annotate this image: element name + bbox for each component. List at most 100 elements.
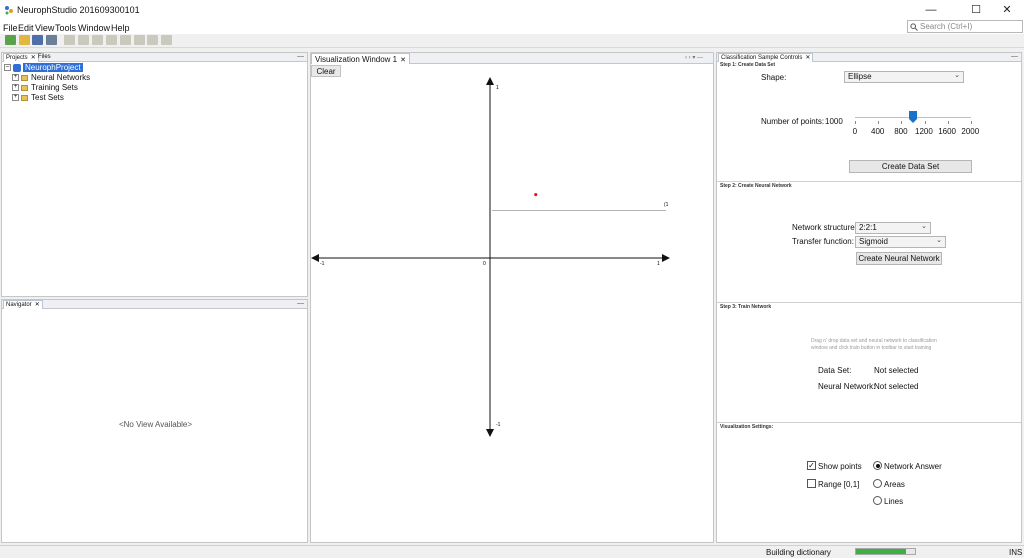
show-points-checkbox[interactable]: ✓ <box>807 461 816 470</box>
chevron-down-icon: ⌄ <box>954 72 960 79</box>
points-slider-thumb[interactable] <box>909 111 917 123</box>
network-answer-label: Network Answer <box>884 462 942 471</box>
neural-network-label: Neural Network: <box>818 382 876 391</box>
areas-radio[interactable] <box>873 479 882 488</box>
save-all-icon[interactable] <box>46 35 57 45</box>
slider-tick-label: 800 <box>894 127 908 136</box>
tab-visualization-window[interactable]: Visualization Window 1 ✕ <box>311 53 410 64</box>
point-coordinate-label: (1 <box>664 202 669 208</box>
menu-edit[interactable]: Edit <box>18 23 34 33</box>
tab-files[interactable]: Files <box>36 53 53 62</box>
data-point <box>534 193 538 197</box>
minimize-window-button[interactable]: — <box>916 2 946 18</box>
create-neural-network-button[interactable]: Create Neural Network <box>856 252 942 265</box>
stop-icon[interactable] <box>106 35 117 45</box>
shape-select[interactable]: Ellipse ⌄ <box>844 71 964 83</box>
close-tab-icon[interactable]: ✕ <box>805 55 810 61</box>
minimize-panel-icon[interactable]: — <box>297 53 304 61</box>
open-project-icon[interactable] <box>32 35 43 45</box>
step-icon[interactable] <box>92 35 103 45</box>
tab-nav-icons[interactable]: ‹ › ▾ — <box>685 53 703 63</box>
slider-tick-label: 1600 <box>938 127 956 136</box>
expand-icon[interactable]: + <box>12 74 19 82</box>
projects-panel: Projects ✕ Files — – NeurophProject + Neura… <box>1 52 308 297</box>
data-set-value: Not selected <box>874 366 919 375</box>
close-window-button[interactable]: ✕ <box>992 2 1022 18</box>
status-text: Building dictionary <box>766 548 831 557</box>
menu-file[interactable]: File <box>3 23 18 33</box>
app-logo-icon <box>5 6 13 15</box>
slider-tick-mark <box>924 121 926 124</box>
tree-item-project[interactable]: – NeurophProject <box>4 63 83 72</box>
new-file-icon[interactable] <box>19 35 30 45</box>
reset-icon[interactable] <box>134 35 145 45</box>
transfer-function-select[interactable]: Sigmoid ⌄ <box>855 236 946 248</box>
slider-tick-label: 2000 <box>961 127 980 136</box>
close-tab-icon[interactable]: ✕ <box>31 55 36 61</box>
tab-classification-controls[interactable]: Classification Sample Controls ✕ <box>718 53 814 62</box>
new-project-icon[interactable] <box>5 35 16 45</box>
y-neg-label: -1 <box>496 422 501 428</box>
network-answer-radio[interactable] <box>873 461 882 470</box>
tree-item-test-sets[interactable]: + Test Sets <box>12 93 64 102</box>
folder-icon <box>21 74 28 81</box>
test-icon[interactable] <box>147 35 158 45</box>
train-hint-text: Drag n' drop data set and neural network… <box>811 338 937 351</box>
transfer-function-label: Transfer function: <box>792 237 854 246</box>
clear-button[interactable]: Clear <box>311 65 341 77</box>
section-divider <box>717 302 1021 303</box>
tree-item-neural-networks[interactable]: + Neural Networks <box>12 73 90 82</box>
section-divider <box>717 422 1021 423</box>
points-value: 1000 <box>825 117 843 126</box>
minimize-panel-icon[interactable]: — <box>1011 53 1018 61</box>
folder-icon <box>21 84 28 91</box>
tab-navigator[interactable]: Navigator ✕ <box>3 300 43 309</box>
slider-tick-mark <box>971 121 972 124</box>
slider-tick-label: 0 <box>852 127 858 136</box>
lines-radio[interactable] <box>873 496 882 505</box>
minimize-panel-icon[interactable]: — <box>297 300 304 308</box>
visualization-canvas[interactable]: -1 1 0 1 -1 (1 <box>311 77 713 542</box>
search-input[interactable]: Search (Ctrl+I) <box>907 20 1023 33</box>
settings-icon[interactable] <box>161 35 172 45</box>
shape-label: Shape: <box>761 73 787 82</box>
step1-title: Step 1: Create Data Set <box>720 62 776 68</box>
pause-icon[interactable] <box>78 35 89 45</box>
slider-tick-mark <box>901 121 903 124</box>
viz-settings-title: Visualization Settings: <box>720 424 774 430</box>
x-neg-label: -1 <box>320 261 325 267</box>
x-axis-right-arrow <box>662 254 670 262</box>
menu-tools[interactable]: Tools <box>55 23 76 33</box>
slider-tick-mark <box>878 121 880 124</box>
x-axis-left-arrow <box>311 254 319 262</box>
maximize-window-button[interactable]: ☐ <box>961 2 991 18</box>
search-icon <box>910 23 918 31</box>
range-checkbox[interactable] <box>807 479 816 488</box>
randomize-icon[interactable] <box>120 35 131 45</box>
tree-item-training-sets[interactable]: + Training Sets <box>12 83 78 92</box>
expand-icon[interactable]: + <box>12 84 19 92</box>
tab-projects[interactable]: Projects ✕ <box>3 53 39 62</box>
window-title: NeurophStudio 201609300101 <box>17 5 140 15</box>
expand-icon[interactable]: + <box>12 94 19 102</box>
section-divider <box>717 181 1021 182</box>
close-tab-icon[interactable]: ✕ <box>400 57 406 64</box>
areas-label: Areas <box>884 480 905 489</box>
menu-view[interactable]: View <box>35 23 54 33</box>
close-tab-icon[interactable]: ✕ <box>35 302 40 308</box>
menu-help[interactable]: Help <box>111 23 130 33</box>
y-pos-label: 1 <box>496 85 499 91</box>
lines-label: Lines <box>884 497 904 506</box>
slider-tick-mark <box>947 121 949 124</box>
network-structure-select[interactable]: 2:2:1 ⌄ <box>855 222 931 234</box>
chevron-down-icon: ⌄ <box>936 237 942 244</box>
step3-title: Step 3: Train Network <box>720 304 772 310</box>
search-placeholder: Search (Ctrl+I) <box>920 22 973 31</box>
run-icon[interactable] <box>64 35 75 45</box>
menu-window[interactable]: Window <box>78 23 110 33</box>
x-pos-label: 1 <box>657 261 660 267</box>
create-data-set-button[interactable]: Create Data Set <box>849 160 972 173</box>
title-bar: NeurophStudio 201609300101 — ☐ ✕ <box>0 0 1024 21</box>
collapse-icon[interactable]: – <box>4 64 11 72</box>
status-progress-bar <box>855 548 916 555</box>
